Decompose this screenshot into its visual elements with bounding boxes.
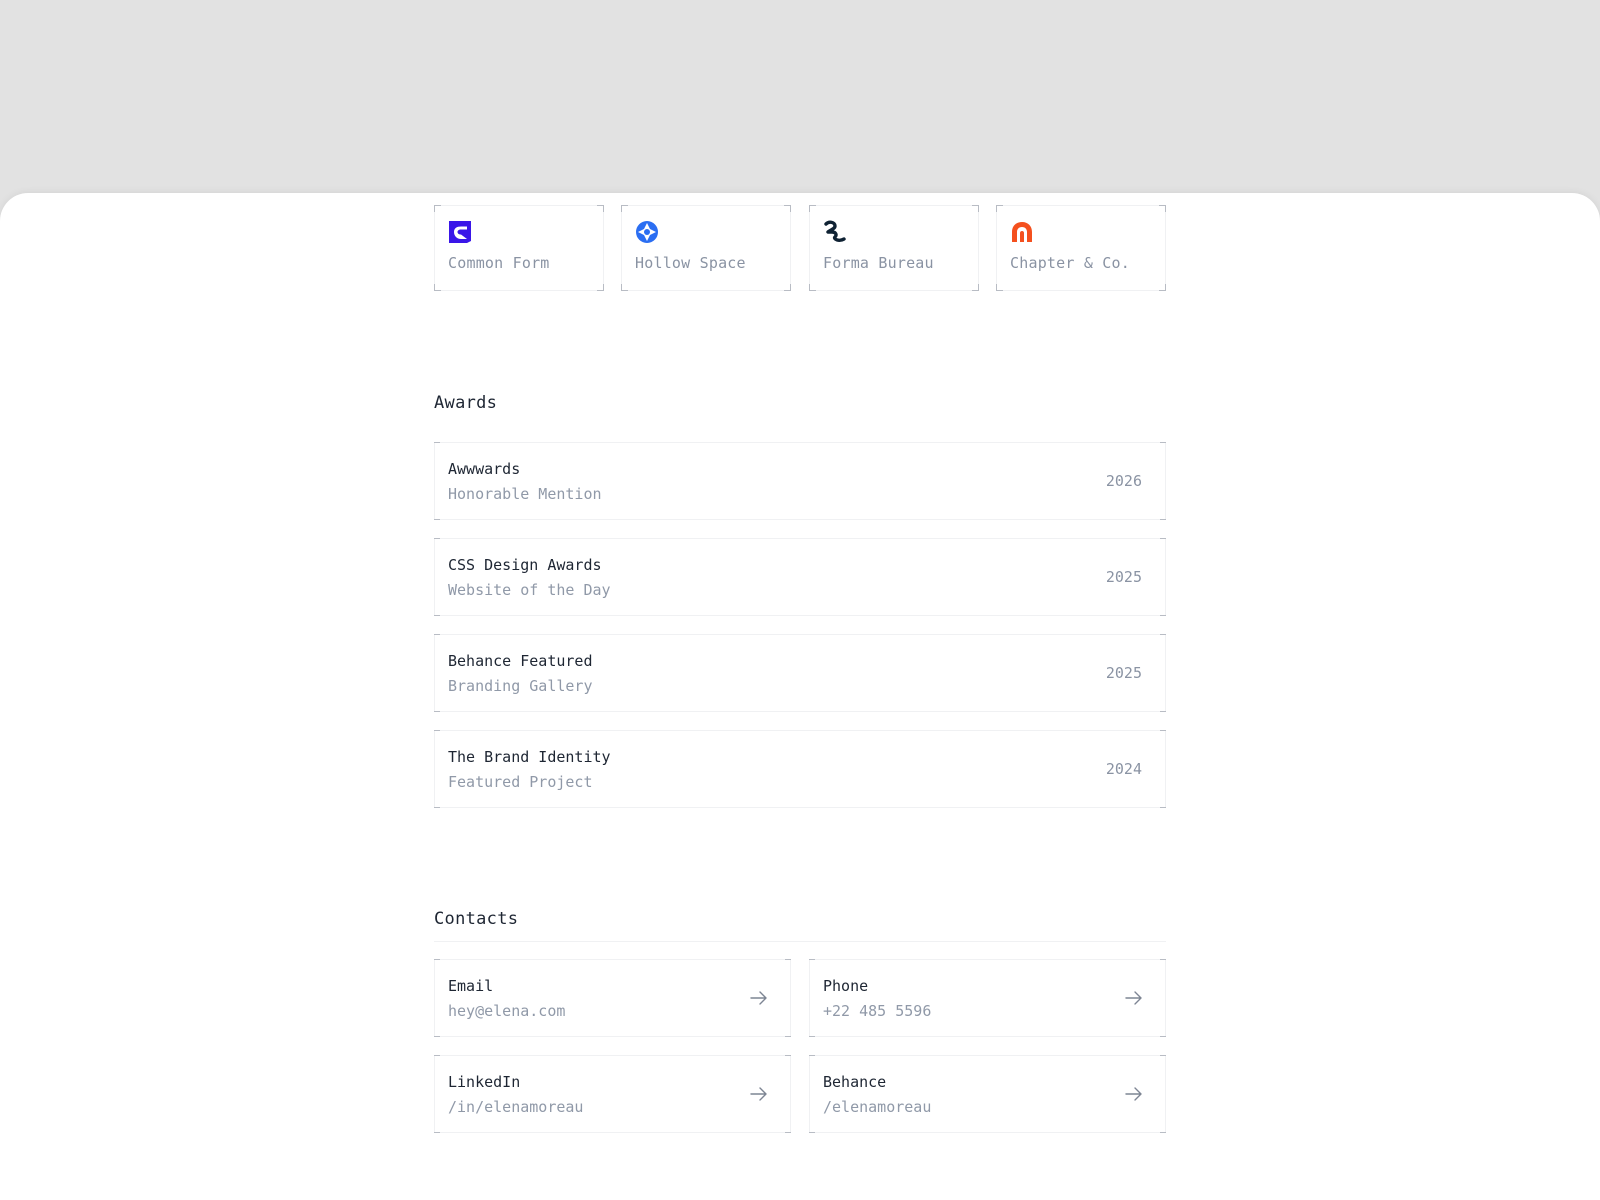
client-card-chapter-co[interactable]: Chapter & Co. [996, 205, 1166, 291]
contact-card-behance[interactable]: Behance /elenamoreau [809, 1055, 1166, 1133]
award-name: CSS Design Awards [448, 556, 602, 574]
contact-label: Phone [823, 977, 869, 995]
hollow-space-logo-icon [636, 221, 658, 243]
contact-label: Behance [823, 1073, 887, 1091]
client-card-forma-bureau[interactable]: Forma Bureau [809, 205, 979, 291]
awards-heading: Awards [434, 393, 498, 413]
contact-label: Email [448, 977, 494, 995]
contact-value: +22 485 5596 [823, 1002, 932, 1020]
contact-value: hey@elena.com [448, 1002, 566, 1020]
contact-card-phone[interactable]: Phone +22 485 5596 [809, 959, 1166, 1037]
award-detail: Branding Gallery [448, 677, 593, 695]
arrow-right-icon [750, 1087, 767, 1101]
award-year: 2025 [1105, 664, 1142, 682]
chapter-co-logo-icon [1012, 222, 1032, 242]
client-card-common-form[interactable]: Common Form [434, 205, 604, 291]
award-row[interactable]: The Brand Identity Featured Project 2024 [434, 730, 1166, 808]
client-card-hollow-space[interactable]: Hollow Space [621, 205, 791, 291]
award-name: Awwwards [448, 460, 521, 478]
client-name: Chapter & Co. [1010, 254, 1130, 272]
client-name: Forma Bureau [823, 254, 934, 272]
award-detail: Honorable Mention [448, 485, 602, 503]
award-row[interactable]: Awwwards Honorable Mention 2026 [434, 442, 1166, 520]
award-name: The Brand Identity [448, 748, 611, 766]
award-year: 2024 [1105, 760, 1142, 778]
contact-label: LinkedIn [448, 1073, 521, 1091]
client-name: Common Form [448, 254, 550, 272]
arrow-right-icon [1125, 991, 1142, 1005]
award-detail: Featured Project [448, 773, 593, 791]
award-detail: Website of the Day [448, 581, 611, 599]
contact-value: /elenamoreau [823, 1098, 932, 1116]
common-form-logo-icon [449, 221, 471, 243]
award-row[interactable]: Behance Featured Branding Gallery 2025 [434, 634, 1166, 712]
contact-value: /in/elenamoreau [448, 1098, 584, 1116]
contacts-heading: Contacts [434, 909, 519, 929]
arrow-right-icon [1125, 1087, 1142, 1101]
client-name: Hollow Space [635, 254, 746, 272]
award-year: 2026 [1105, 472, 1142, 490]
forma-bureau-logo-icon [824, 220, 846, 242]
contact-card-email[interactable]: Email hey@elena.com [434, 959, 791, 1037]
contact-card-linkedin[interactable]: LinkedIn /in/elenamoreau [434, 1055, 791, 1133]
arrow-right-icon [750, 991, 767, 1005]
content-sheet: Common Form Hollow Space Forma Bureau Ch… [0, 193, 1600, 1200]
section-divider [434, 941, 1166, 942]
award-name: Behance Featured [448, 652, 593, 670]
award-year: 2025 [1105, 568, 1142, 586]
award-row[interactable]: CSS Design Awards Website of the Day 202… [434, 538, 1166, 616]
